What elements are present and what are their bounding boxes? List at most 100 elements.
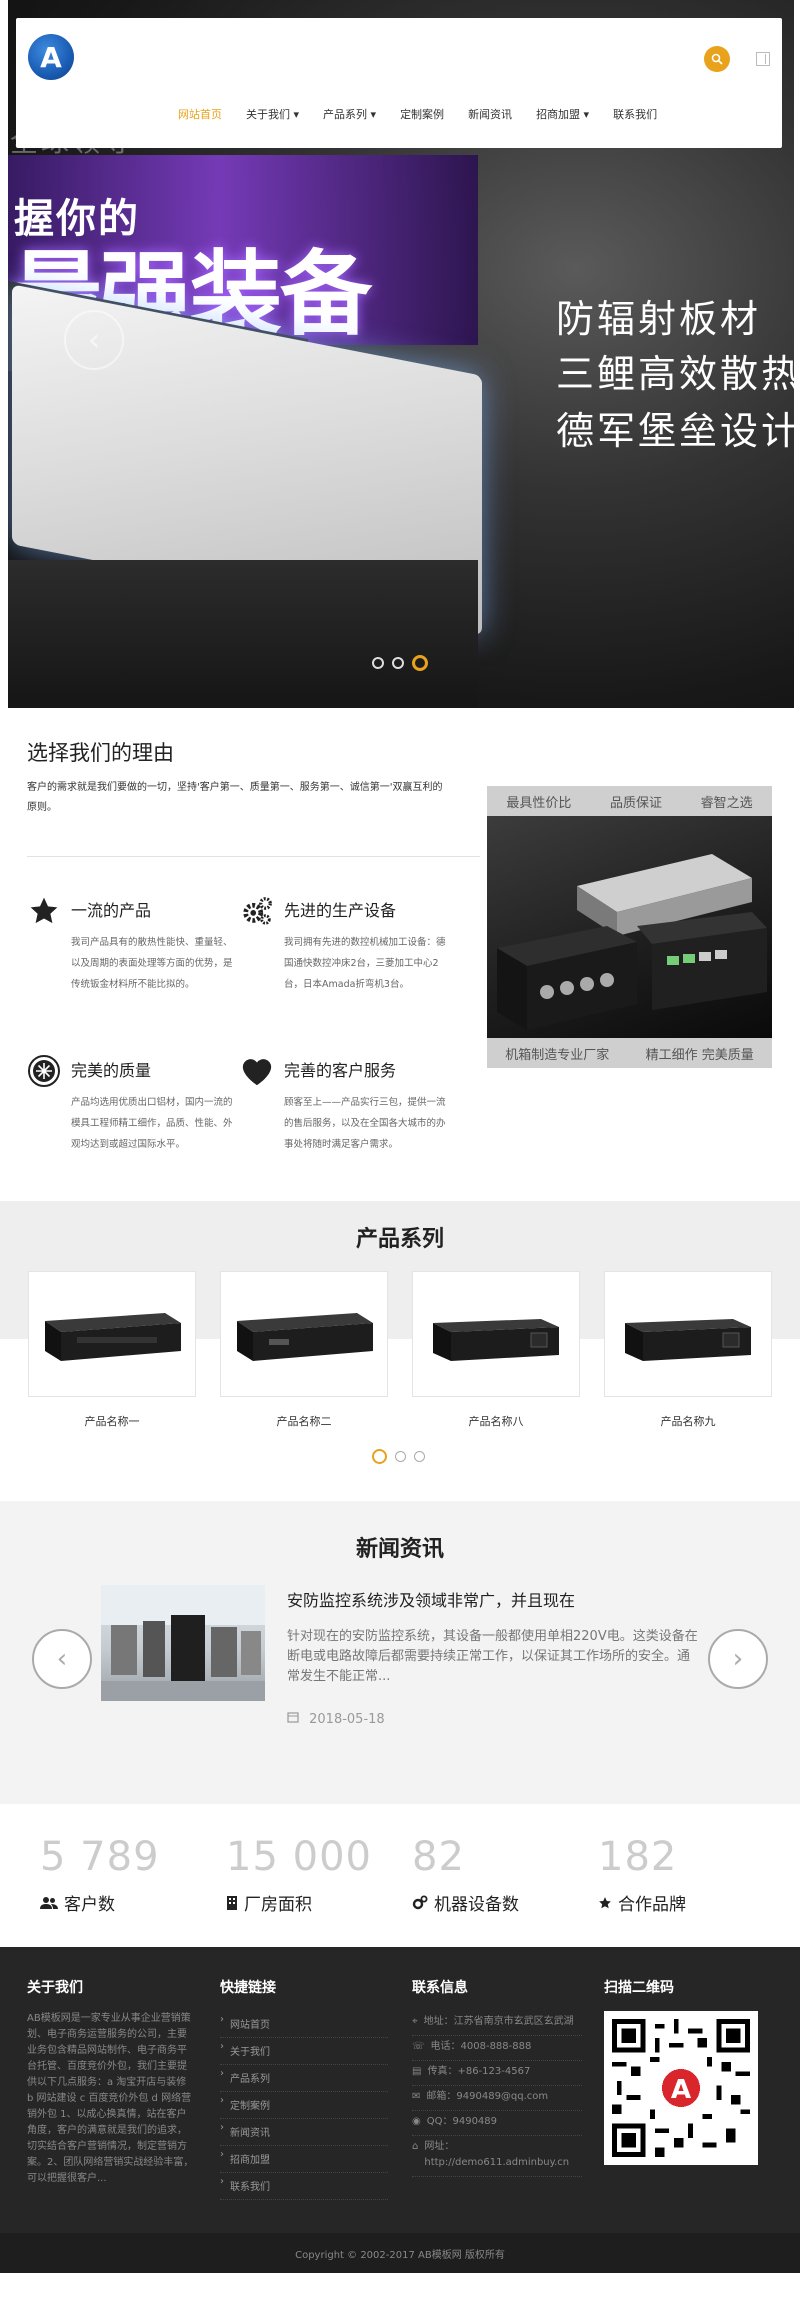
hero-banner: 全球领导 握你的 最强装备 防辐射板材 三鲤高效散热 德军堡垒设计 ‹ A 网站… [0,0,800,708]
product-card[interactable]: 产品名称一 [28,1271,196,1431]
nav-item-about[interactable]: 关于我们 ▾ [246,106,299,122]
news-section: 新闻资讯 ‹ 安防监控系统涉及领域非常广，并且现在 针对现在的安防监控系统，其设… [0,1501,800,1804]
nav-item-contact[interactable]: 联系我们 [613,106,657,122]
product-image[interactable] [28,1271,196,1397]
footer-qr: 扫描二维码 A [604,1977,774,2165]
nav-item-products[interactable]: 产品系列 ▾ [323,106,376,122]
contact-qq: ◉ QQ：9490489 [412,2111,582,2136]
product-image[interactable] [604,1271,772,1397]
news-image[interactable] [101,1585,265,1701]
hero-prev-arrow[interactable]: ‹ [64,310,124,370]
feature-title: 完美的质量 [71,1061,152,1080]
products-dot-active[interactable] [372,1449,387,1464]
svg-text:A: A [671,2075,692,2105]
logo-letter: A [40,40,62,74]
hero-right-line-3: 德军堡垒设计 [556,409,800,453]
nav-item-home[interactable]: 网站首页 [178,106,222,122]
qr-code-image: A [604,2011,758,2165]
hero-right-line-2: 三鲤高效散热 [556,352,800,396]
footer-link-about[interactable]: 关于我们 [220,2038,388,2065]
qq-icon: ◉ [412,2116,421,2127]
product-name[interactable]: 产品名称九 [604,1413,772,1429]
main-nav: 网站首页 关于我们 ▾ 产品系列 ▾ 定制案例 新闻资讯 招商加盟 ▾ 联系我们 [178,106,657,122]
footer-links-title: 快捷链接 [220,1980,276,1996]
why-us-title: 选择我们的理由 [27,741,174,765]
stat-number: 15 000 [226,1834,372,1880]
feature-text: 我司产品具有的散热性能快、重量轻、以及周期的表面处理等方面的优势，是传统钣金材料… [71,937,233,990]
feature-text: 我司拥有先进的数控机械加工设备：德国通快数控冲床2台，三菱加工中心2台，日本Am… [284,937,446,990]
product-name[interactable]: 产品名称一 [28,1413,196,1429]
nav-item-join[interactable]: 招商加盟 ▾ [536,106,589,122]
news-next-arrow[interactable]: › [708,1629,768,1689]
footer-link-contact[interactable]: 联系我们 [220,2173,388,2200]
star-icon [599,1896,611,1908]
calendar-icon [287,1712,303,1727]
footer-about-text: AB模板网是一家专业从事企业营销策划、电子商务运营服务的公司，主要业务包含精品网… [27,2013,194,2184]
card-top-labels: 最具性价比 品质保证 睿智之选 [487,786,772,816]
product-card[interactable]: 产品名称八 [412,1271,580,1431]
feature-title: 先进的生产设备 [284,901,397,920]
card-bottom-labels: 机箱制造专业厂家 精工细作 完美质量 [487,1038,772,1068]
footer-link-home[interactable]: 网站首页 [220,2011,388,2038]
site-footer: 关于我们 AB模板网是一家专业从事企业营销策划、电子商务运营服务的公司，主要业务… [0,1947,800,2273]
stat-item: 182 合作品牌 [598,1834,686,1915]
hero-right-line-1: 防辐射板材 [556,297,762,341]
contact-email[interactable]: ✉ 邮箱：9490489@qq.com [412,2086,582,2111]
products-dot[interactable] [414,1451,425,1462]
footer-link-products[interactable]: 产品系列 [220,2065,388,2092]
product-image[interactable] [412,1271,580,1397]
menu-toggle-icon[interactable] [756,52,770,66]
products-section: 产品系列 产品名称一 产品名称二 产品名称八 产品名称九 [0,1201,800,1501]
product-card[interactable]: 产品名称二 [220,1271,388,1431]
contact-fax: ▤ 传真：+86-123-4567 [412,2061,582,2086]
footer-link-cases[interactable]: 定制案例 [220,2092,388,2119]
phone-icon: ☏ [412,2041,425,2052]
hero-device-base [8,560,478,708]
footer-link-news[interactable]: 新闻资讯 [220,2119,388,2146]
footer-about: 关于我们 AB模板网是一家专业从事企业营销策划、电子商务运营服务的公司，主要业务… [27,1977,195,2187]
hero-dot-active[interactable] [412,655,428,671]
news-title: 新闻资讯 [355,1537,444,1562]
card-label: 品质保证 [609,795,662,811]
product-name[interactable]: 产品名称二 [220,1413,388,1429]
products-title: 产品系列 [355,1227,444,1252]
search-button[interactable] [704,46,730,72]
copyright: Copyright © 2002-2017 AB模板网 版权所有 [0,2233,800,2273]
stat-label-row: 合作品牌 [598,1890,686,1915]
hero-dot[interactable] [372,657,384,669]
stat-label-row: 厂房面积 [226,1890,372,1915]
heart-icon [240,1054,274,1088]
stat-label: 客户数 [64,1895,115,1915]
product-name[interactable]: 产品名称八 [412,1413,580,1429]
search-icon [711,53,723,65]
page: 全球领导 握你的 最强装备 防辐射板材 三鲤高效散热 德军堡垒设计 ‹ A 网站… [0,0,800,2273]
product-image[interactable] [220,1271,388,1397]
star-icon [27,894,61,928]
hero-pagination [372,655,428,671]
stat-label: 厂房面积 [244,1895,312,1915]
product-card[interactable]: 产品名称九 [604,1271,772,1431]
equipment-photo [487,816,772,1038]
footer-link-join[interactable]: 招商加盟 [220,2146,388,2173]
contact-website[interactable]: ⌂ 网址：http://demo611.adminbuy.cn [412,2136,582,2177]
hero-dot[interactable] [392,657,404,669]
card-label: 最具性价比 [506,795,572,811]
nav-item-news[interactable]: 新闻资讯 [468,106,512,122]
news-headline[interactable]: 安防监控系统涉及领域非常广，并且现在 [287,1587,575,1611]
why-us-section: 选择我们的理由 客户的需求就是我们要做的一切，坚持'客户第一、质量第一、服务第一… [0,708,800,1201]
products-dot[interactable] [395,1451,406,1462]
feature-title: 完善的客户服务 [284,1061,397,1080]
footer-contact: 联系信息 ⌖ 地址：江苏省南京市玄武区玄武湖 ☏ 电话：4008-888-888 ▤… [412,1977,582,2177]
news-prev-arrow[interactable]: ‹ [32,1629,92,1689]
nav-item-cases[interactable]: 定制案例 [400,106,444,122]
news-date: 2018-05-18 [287,1711,385,1727]
news-summary: 针对现在的安防监控系统，其设备一般都使用单相220V电。这类设备在断电或电路故障… [287,1629,698,1684]
site-logo[interactable]: A [28,34,74,80]
stats-section: 5 789 客户数 15 000 厂房面积 82 机器设备数 182 合作品牌 [0,1804,800,1947]
copyright-text: Copyright © 2002-2017 AB模板网 版权所有 [295,2249,505,2261]
gears-icon [412,1895,428,1910]
location-icon: ⌖ [412,2016,418,2027]
stat-number: 182 [598,1834,678,1880]
footer-qr-title: 扫描二维码 [604,1980,674,1996]
building-icon [227,1896,237,1910]
